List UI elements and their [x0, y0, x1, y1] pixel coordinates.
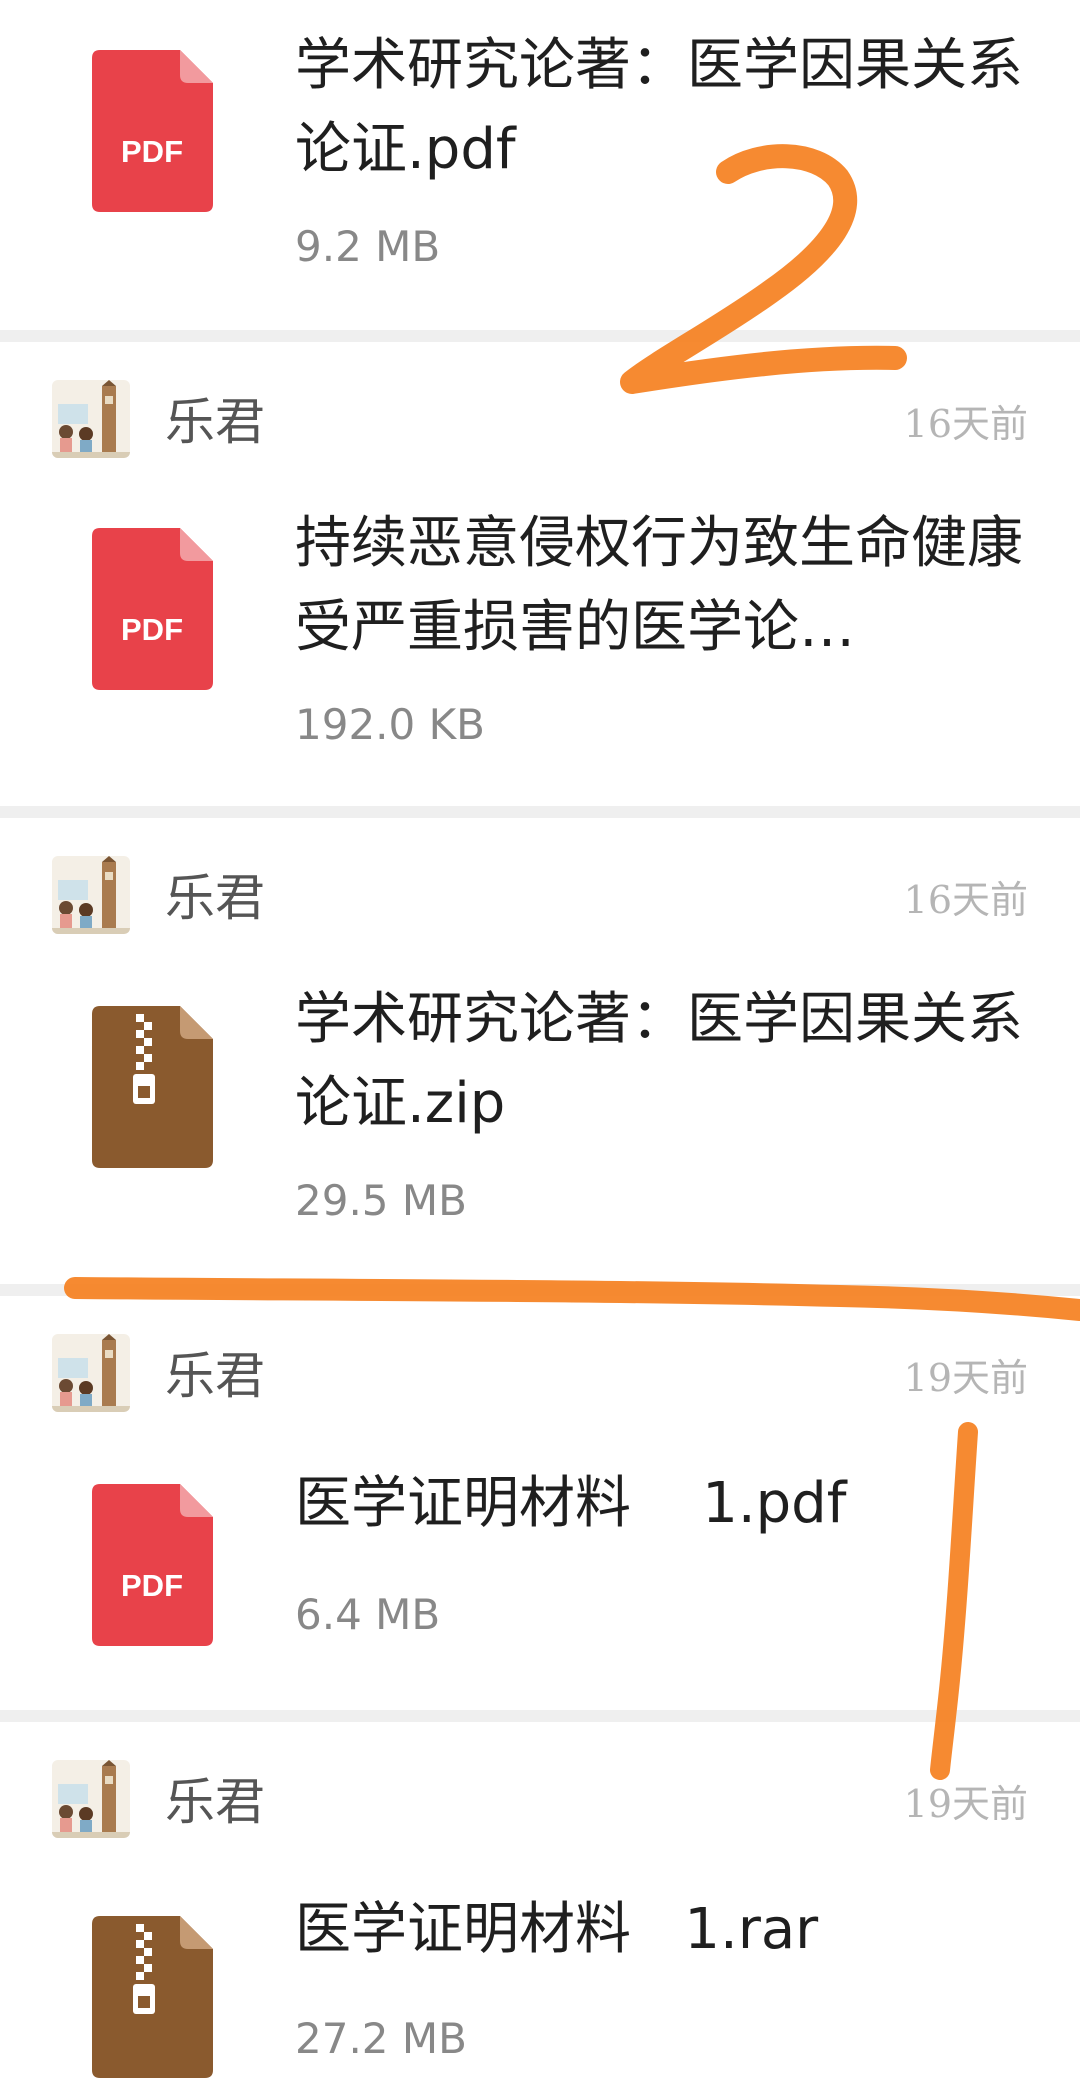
- message-time: 19天前: [903, 1782, 1028, 1826]
- file-message-card[interactable]: 乐君 16天前 PDF 持续恶意侵权行为致生命健康受严重损害的医学论… 192.…: [0, 342, 1080, 806]
- pdf-icon-label: PDF: [121, 1568, 183, 1603]
- file-size: 6.4 MB: [295, 1590, 441, 1639]
- rar-file-icon[interactable]: [92, 1916, 213, 2078]
- file-size: 9.2 MB: [295, 222, 441, 271]
- message-time: 16天前: [903, 878, 1028, 922]
- sender-name[interactable]: 乐君: [165, 868, 265, 928]
- file-name[interactable]: 医学证明材料 1.rar: [295, 1888, 1035, 1972]
- message-time: 16天前: [903, 402, 1028, 446]
- pdf-icon-label: PDF: [121, 134, 183, 169]
- file-name[interactable]: 学术研究论著：医学因果关系论证.zip: [295, 978, 1035, 1146]
- sender-name[interactable]: 乐君: [165, 1772, 265, 1832]
- sender-avatar[interactable]: [52, 856, 130, 934]
- file-message-card[interactable]: 乐君 16天前 学术研究论著：医学因果关系论证.zip 29.5 MB: [0, 818, 1080, 1284]
- sender-row: 乐君 19天前: [0, 1722, 1080, 1838]
- file-name[interactable]: 学术研究论著：医学因果关系论证.pdf: [295, 24, 1035, 192]
- sender-avatar[interactable]: [52, 1334, 130, 1412]
- file-size: 192.0 KB: [295, 700, 485, 749]
- message-time: 19天前: [903, 1356, 1028, 1400]
- file-size: 27.2 MB: [295, 2014, 467, 2063]
- file-size: 29.5 MB: [295, 1176, 467, 1225]
- file-name[interactable]: 医学证明材料 1.pdf: [295, 1462, 1035, 1546]
- sender-avatar[interactable]: [52, 380, 130, 458]
- zip-file-icon[interactable]: [92, 1006, 213, 1168]
- file-message-feed: PDF 学术研究论著：医学因果关系论证.pdf 9.2 MB 乐君 16天前 P…: [0, 0, 1080, 2100]
- sender-row: 乐君 19天前: [0, 1296, 1080, 1412]
- message-divider: [0, 1284, 1080, 1296]
- pdf-file-icon[interactable]: PDF: [92, 528, 213, 690]
- file-name[interactable]: 持续恶意侵权行为致生命健康受严重损害的医学论…: [295, 502, 1035, 670]
- file-message-card[interactable]: PDF 学术研究论著：医学因果关系论证.pdf 9.2 MB: [0, 0, 1080, 330]
- file-message-card[interactable]: 乐君 19天前 医学证明材料 1.rar 27.2 MB: [0, 1722, 1080, 2100]
- sender-name[interactable]: 乐君: [165, 1346, 265, 1406]
- sender-row: 乐君 16天前: [0, 818, 1080, 934]
- message-divider: [0, 806, 1080, 818]
- sender-name[interactable]: 乐君: [165, 392, 265, 452]
- message-divider: [0, 1710, 1080, 1722]
- sender-avatar[interactable]: [52, 1760, 130, 1838]
- pdf-icon-label: PDF: [121, 612, 183, 647]
- file-message-card[interactable]: 乐君 19天前 PDF 医学证明材料 1.pdf 6.4 MB: [0, 1296, 1080, 1710]
- sender-row: 乐君 16天前: [0, 342, 1080, 458]
- pdf-file-icon[interactable]: PDF: [92, 1484, 213, 1646]
- pdf-file-icon[interactable]: PDF: [92, 50, 213, 212]
- message-divider: [0, 330, 1080, 342]
